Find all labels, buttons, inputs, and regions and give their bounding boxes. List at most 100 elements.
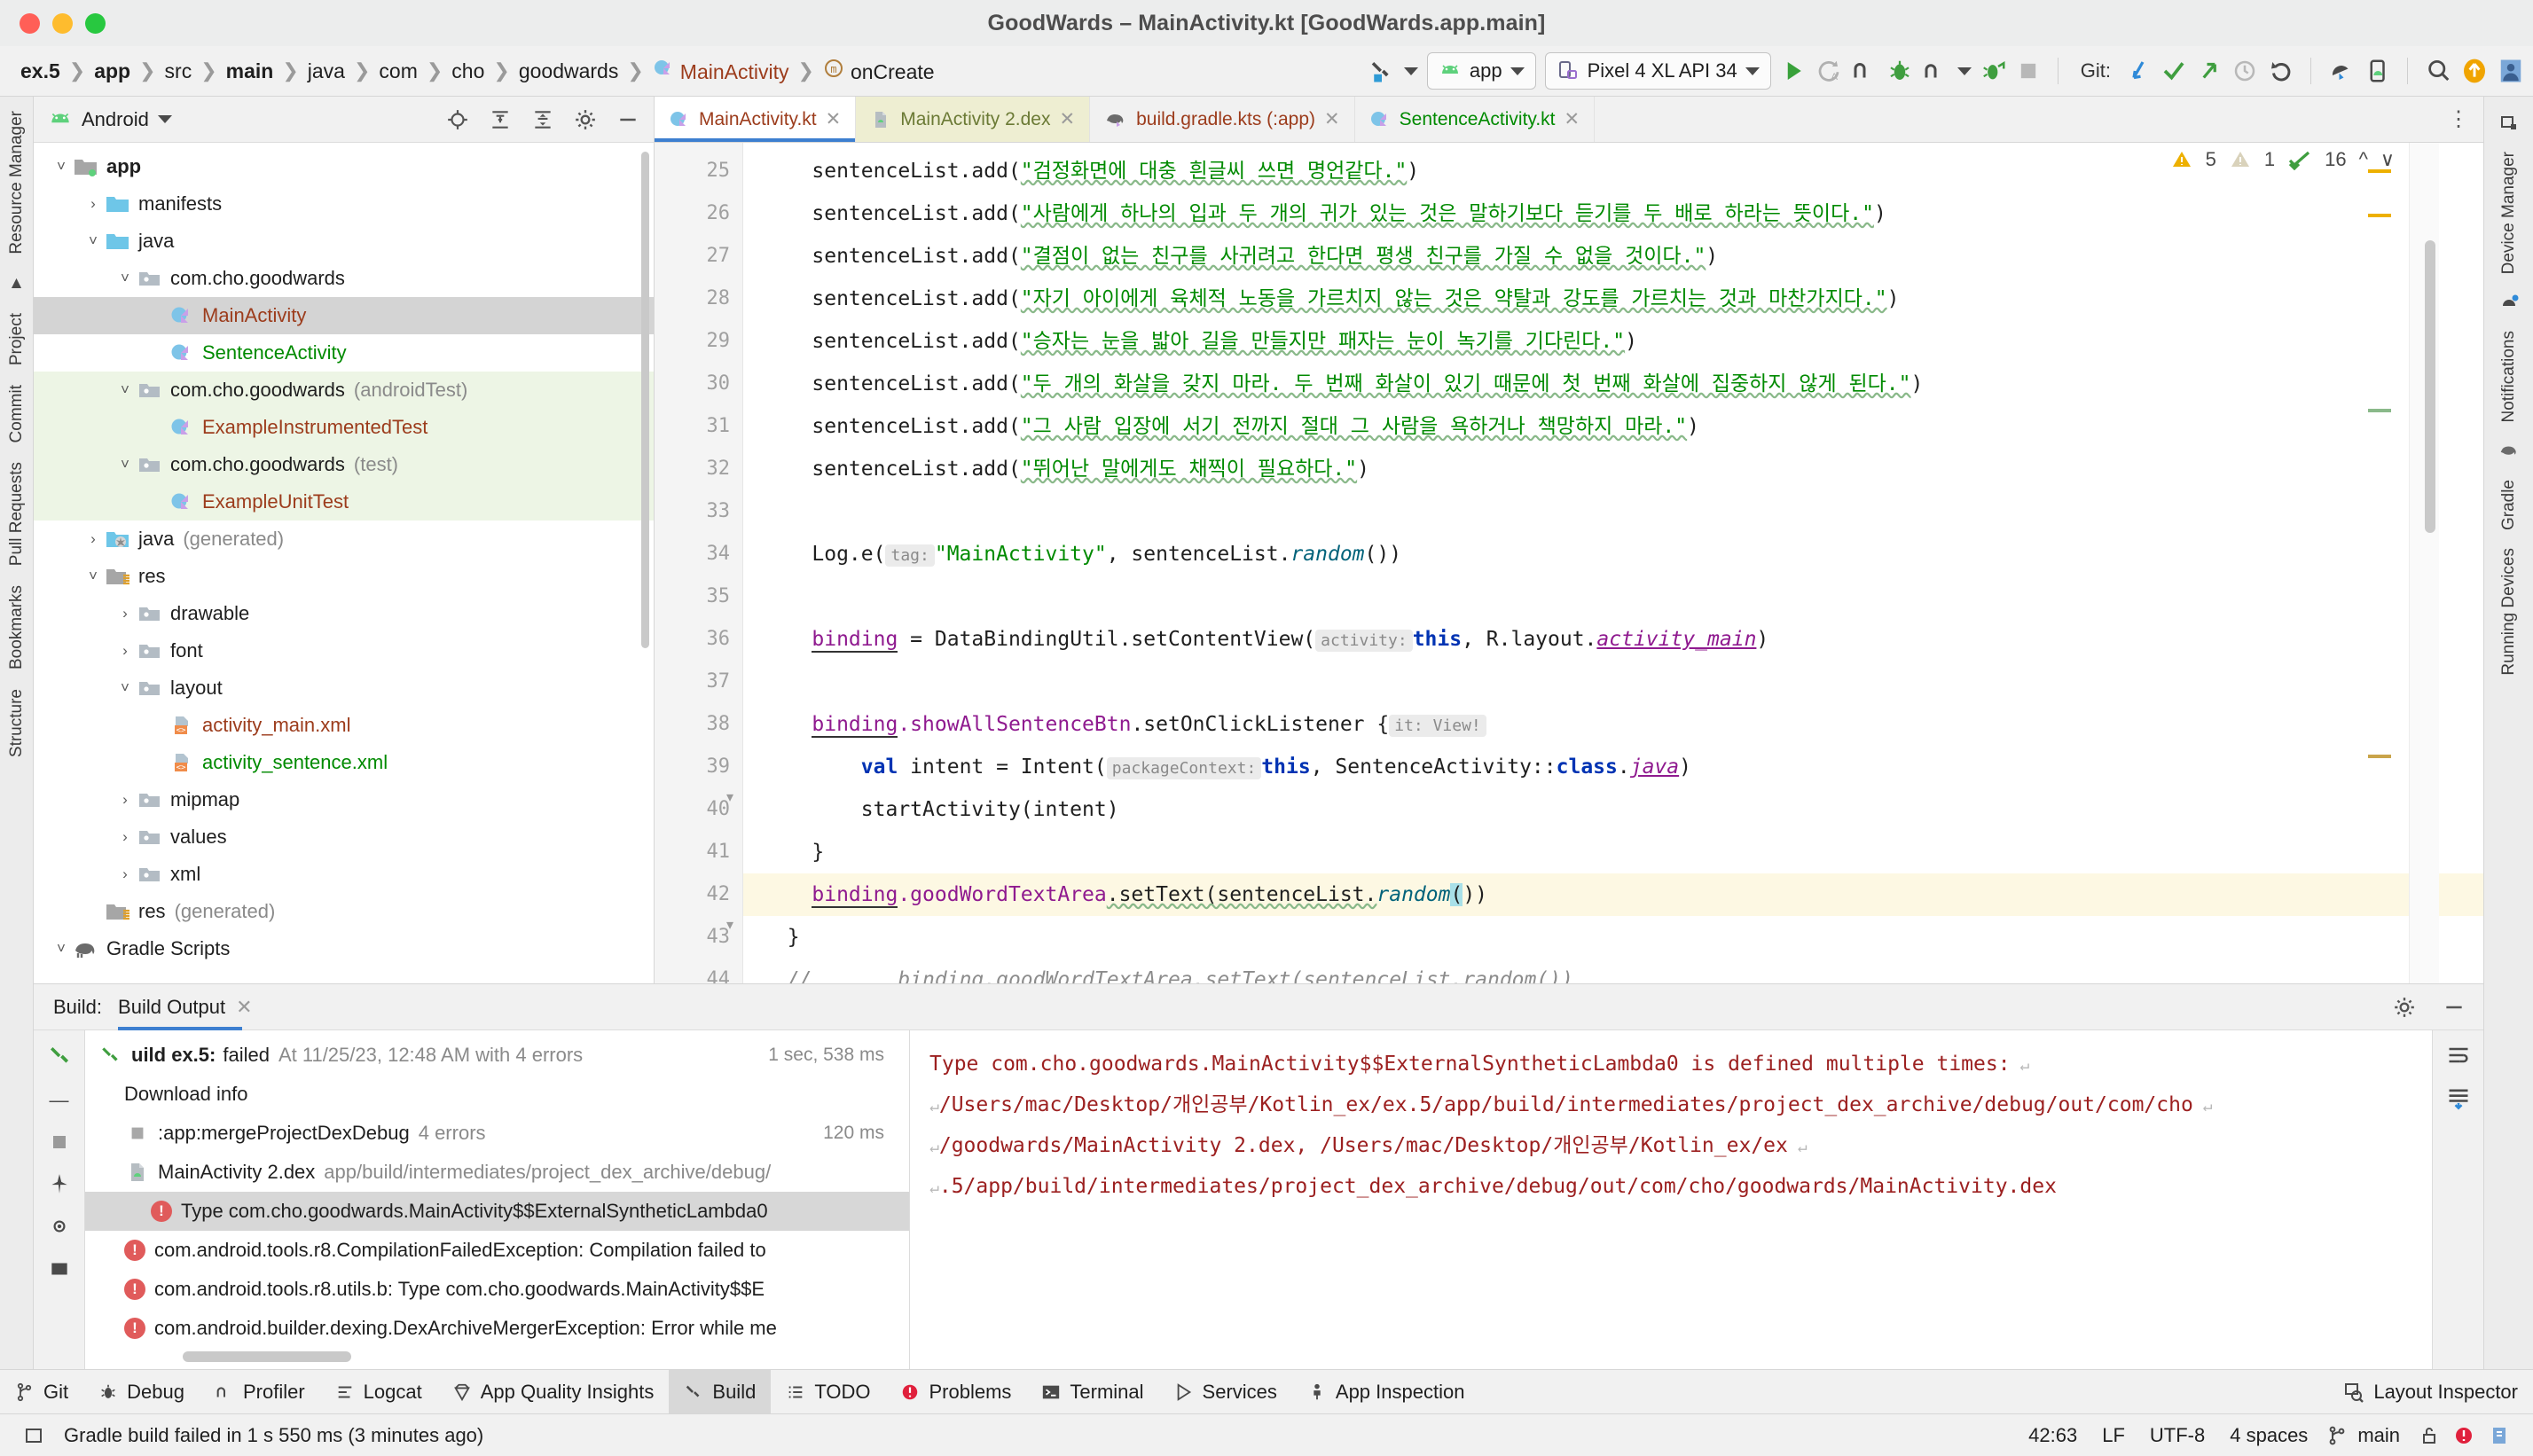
tab-mainactivity-kt[interactable]: MainActivity.kt ✕ (655, 97, 857, 142)
line-number[interactable]: 28 (655, 278, 742, 320)
breadcrumb-item-com[interactable]: com (371, 59, 425, 83)
chevron-down-icon[interactable]: ˅ (50, 940, 73, 958)
tree-item-exampleinstrumentedtest[interactable]: ExampleInstrumentedTest (34, 409, 654, 446)
tree-item-mainactivity[interactable]: MainActivity (34, 297, 654, 334)
chevron-right-icon[interactable]: › (114, 791, 137, 809)
line-number[interactable]: 35 (655, 575, 742, 618)
rail-item-gradle[interactable]: Gradle (2499, 474, 2519, 536)
build-output-row[interactable]: ! com.android.builder.dexing.DexArchiveMe… (85, 1309, 909, 1348)
marker-info[interactable] (2368, 409, 2391, 412)
tree-item-app[interactable]: ˅ app (34, 148, 654, 185)
collapse-all-icon[interactable] (526, 108, 560, 131)
tree-item-com-cho-goodwards[interactable]: ˅ com.cho.goodwards (test) (34, 446, 654, 483)
chevron-down-icon[interactable] (157, 115, 172, 123)
tool-window-problems[interactable]: Problems (885, 1370, 1026, 1413)
tool-window-git[interactable]: Git (0, 1370, 83, 1413)
breadcrumb-item-app[interactable]: app (86, 59, 138, 83)
tree-item-res[interactable]: res (generated) (34, 893, 654, 930)
close-icon[interactable]: ✕ (236, 996, 252, 1019)
chevron-down-icon[interactable]: ˅ (114, 679, 137, 697)
build-output-row[interactable]: ! Type com.cho.goodwards.MainActivity$$Ex… (85, 1192, 909, 1231)
chevron-down-icon[interactable]: ˅ (114, 381, 137, 399)
search-icon[interactable] (2425, 53, 2451, 89)
tree-item-activity-sentence-xml[interactable]: <> activity_sentence.xml (34, 744, 654, 781)
ai-assistant-icon[interactable] (2460, 53, 2489, 89)
run-icon[interactable] (1780, 53, 1807, 89)
previous-problem-icon[interactable]: ^ (2359, 148, 2368, 171)
line-number[interactable]: 32 (655, 448, 742, 490)
chevron-right-icon[interactable]: › (114, 865, 137, 883)
line-number-gutter[interactable]: 25 26 27 28 29 30 31 32 33 34 35 36 37 38 39 40 41 42 43 44… (655, 143, 743, 983)
rail-item-pull-requests[interactable]: Pull Requests (7, 457, 27, 571)
rail-item-resource-manager[interactable]: Resource Manager (7, 106, 27, 260)
line-number[interactable]: 39 (655, 746, 742, 788)
chevron-right-icon[interactable]: › (114, 642, 137, 660)
line-number[interactable]: 30 (655, 363, 742, 405)
rail-item-notifications[interactable]: Notifications (2499, 325, 2519, 428)
soft-wrap-icon[interactable] (2446, 1043, 2471, 1068)
tree-item-res[interactable]: ˅ res (34, 558, 654, 595)
breadcrumb-item-oncreate[interactable]: m onCreate (815, 58, 943, 84)
line-number[interactable]: 38 (655, 703, 742, 746)
next-problem-icon[interactable]: ∨ (2380, 148, 2395, 171)
line-number[interactable]: 27 (655, 235, 742, 278)
code-fold-icon[interactable]: ▾ (721, 916, 739, 934)
build-output-tree[interactable]: uild ex.5: failed At 11/25/23, 12:48 AM wi… (85, 1030, 910, 1369)
tool-window-app-quality-insights[interactable]: App Quality Insights (437, 1370, 670, 1413)
line-number[interactable]: 37 (655, 661, 742, 703)
tree-item-values[interactable]: › values (34, 818, 654, 856)
rail-item-structure[interactable]: Structure (7, 684, 27, 763)
git-push-icon[interactable] (2196, 53, 2223, 89)
breadcrumb-item-project[interactable]: ex.5 (12, 59, 68, 83)
tree-item-drawable[interactable]: › drawable (34, 595, 654, 632)
rerun-icon[interactable]: A (1815, 53, 1842, 89)
profiler-icon[interactable] (1922, 53, 1949, 89)
settings-gear-icon[interactable] (569, 108, 602, 131)
file-encoding[interactable]: UTF-8 (2137, 1424, 2217, 1447)
tool-window-layout-inspector[interactable]: Layout Inspector (2328, 1370, 2533, 1413)
tool-window-app-inspection[interactable]: App Inspection (1292, 1370, 1480, 1413)
tree-item-layout[interactable]: ˅ layout (34, 669, 654, 707)
code-content[interactable]: sentenceList.add("검정화면에 대충 흰글씨 쓰면 명언같다."… (743, 143, 2483, 983)
rail-item-commit[interactable]: Commit (7, 380, 27, 448)
device-explorer-icon[interactable] (2328, 53, 2355, 89)
chevron-down-icon[interactable]: ˅ (114, 270, 137, 287)
rail-item-bookmarks[interactable]: Bookmarks (7, 580, 27, 675)
tab-build-output[interactable]: Build Output ✕ (118, 984, 258, 1030)
line-number[interactable]: 25 (655, 150, 742, 192)
line-number[interactable]: 29 (655, 320, 742, 363)
tree-item-activity-main-xml[interactable]: <> activity_main.xml (34, 707, 654, 744)
breadcrumb-item-goodwards[interactable]: goodwards (511, 59, 627, 83)
tree-item-manifests[interactable]: › manifests (34, 185, 654, 223)
build-output-row[interactable]: :app:mergeProjectDexDebug 4 errors 120 ms (85, 1114, 909, 1153)
build-settings-icon[interactable] (48, 1257, 71, 1280)
tab-mainactivity-2-dex[interactable]: MainActivity 2.dex ✕ (856, 97, 1091, 142)
tree-item-font[interactable]: › font (34, 632, 654, 669)
debug-icon[interactable] (1886, 53, 1913, 89)
pin-icon[interactable] (48, 1172, 71, 1195)
chevron-right-icon[interactable]: › (114, 605, 137, 622)
hide-panel-icon[interactable] (2437, 996, 2471, 1019)
git-commit-icon[interactable] (2160, 53, 2187, 89)
git-update-icon[interactable] (2125, 53, 2152, 89)
tree-item-java[interactable]: › java (generated) (34, 521, 654, 558)
breadcrumb-item-main[interactable]: main (218, 59, 282, 83)
tree-item-mipmap[interactable]: › mipmap (34, 781, 654, 818)
build-output-row[interactable]: Download info (85, 1075, 909, 1114)
expand-all-icon[interactable] (483, 108, 517, 131)
apply-changes-icon[interactable] (1980, 53, 2007, 89)
chevron-down-icon[interactable]: ˅ (50, 158, 73, 176)
close-icon[interactable]: ✕ (826, 108, 842, 130)
build-dropdown-caret-icon[interactable] (1403, 67, 1418, 75)
build-output-row[interactable]: ! com.android.tools.r8.CompilationFailedE… (85, 1231, 909, 1270)
project-tree[interactable]: ˅ app › manifests ˅ java ˅ com.cho.goodwards Mai… (34, 143, 654, 983)
line-number[interactable]: 34 (655, 533, 742, 575)
chevron-down-icon[interactable]: ˅ (114, 456, 137, 474)
breadcrumb-item-src[interactable]: src (157, 59, 200, 83)
locate-icon[interactable] (441, 108, 474, 131)
build-output-row[interactable]: MainActivity 2.dex app/build/intermediate… (85, 1153, 909, 1192)
run-configuration-selector[interactable]: app (1426, 52, 1536, 90)
rail-item-project[interactable]: Project (7, 308, 27, 371)
tree-item-java[interactable]: ˅ java (34, 223, 654, 260)
memory-indicator-icon[interactable] (16, 1425, 51, 1446)
